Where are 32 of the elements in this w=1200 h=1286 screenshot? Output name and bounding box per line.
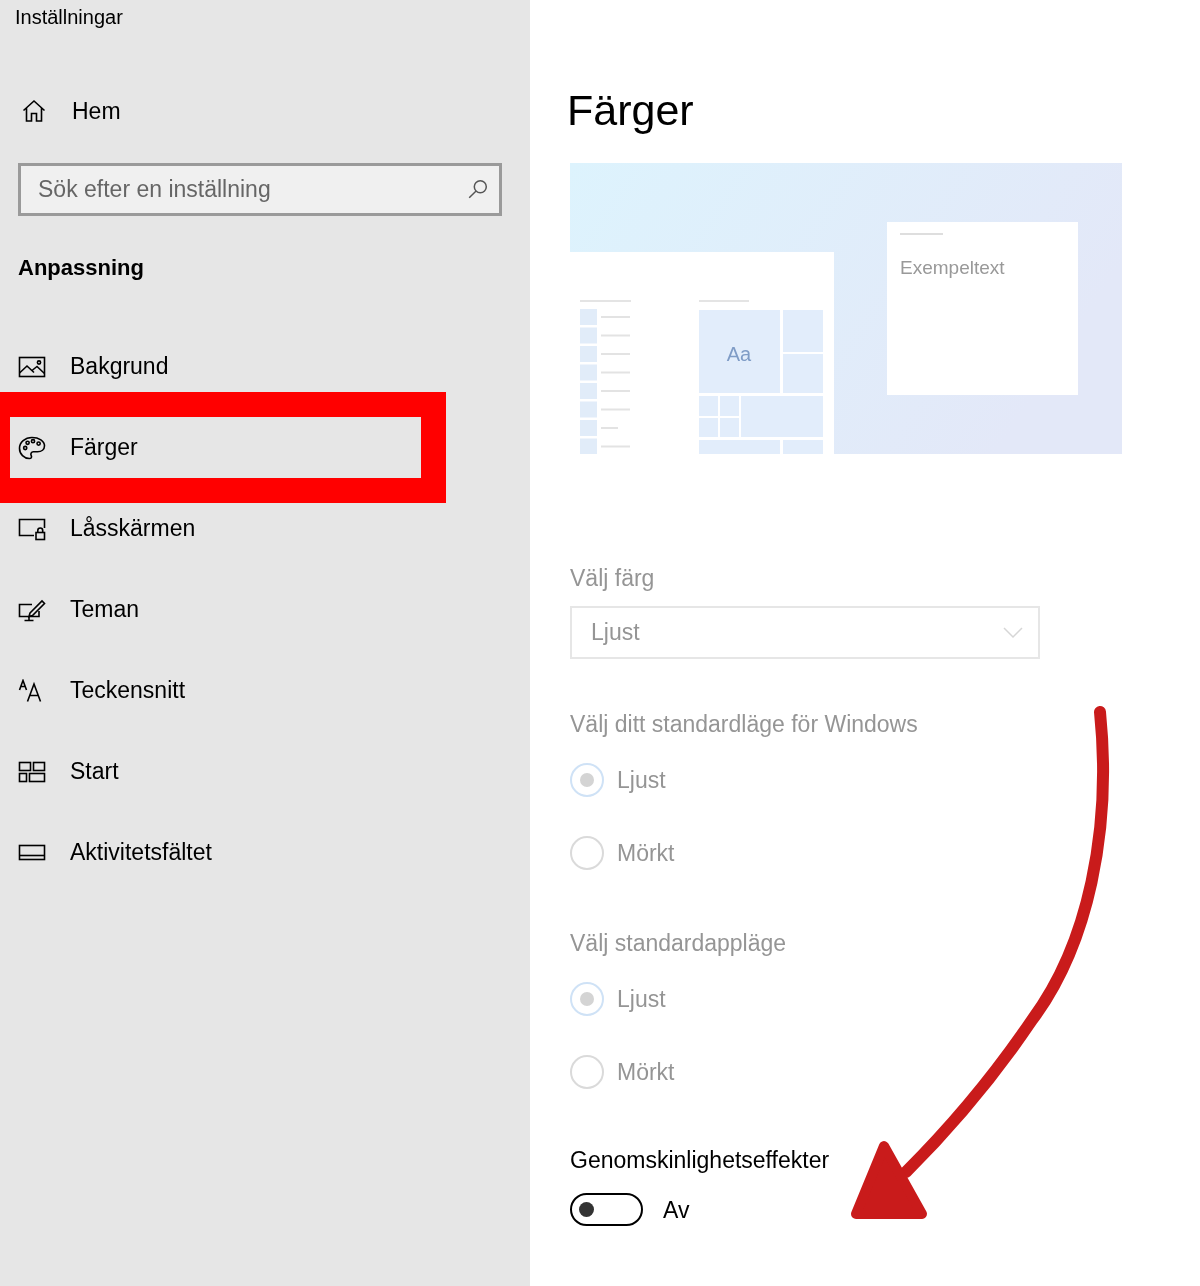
section-label: Genomskinlighetseffekter	[570, 1146, 830, 1174]
sample-text: Exempeltext	[900, 257, 1005, 278]
nav-item[interactable]: Start	[18, 751, 119, 792]
toggle-state-label: Av	[663, 1195, 690, 1224]
toggle-switch[interactable]	[570, 1193, 643, 1226]
search-field[interactable]: Sök efter en inställning	[18, 163, 502, 216]
home-icon	[22, 99, 46, 123]
chevron-down-icon	[1003, 626, 1023, 639]
nav-item[interactable]: Färger	[0, 392, 446, 503]
nav-item[interactable]: Teman	[18, 589, 140, 630]
radio-label: Mörkt	[617, 1058, 675, 1086]
nav-item[interactable]: Aktivitetsfältet	[18, 832, 212, 873]
picture-icon	[18, 354, 46, 379]
monitor-lock-icon	[18, 516, 46, 541]
section-label: Välj färg	[570, 564, 655, 592]
page-title: Färger	[567, 85, 694, 136]
search-icon	[468, 179, 488, 199]
radio-label: Ljust	[617, 985, 666, 1013]
radio-label: Mörkt	[617, 839, 675, 867]
monitor-pen-icon	[18, 597, 46, 622]
section-label: Välj ditt standardläge för Windows	[570, 710, 918, 738]
radio-label: Ljust	[617, 766, 666, 794]
nav-item[interactable]: Teckensnitt	[18, 670, 186, 711]
tile-label: Aa	[726, 343, 752, 365]
section-label: Välj standardappläge	[570, 929, 787, 957]
nav-item[interactable]: Bakgrund	[18, 346, 169, 387]
palette-icon	[18, 435, 46, 460]
nav-item[interactable]: Låsskärmen	[18, 508, 196, 549]
home-link[interactable]: Hem	[22, 91, 121, 131]
section-title: Anpassning	[18, 254, 144, 282]
app-title: Inställningar	[15, 5, 123, 29]
tiles-icon	[18, 759, 46, 784]
